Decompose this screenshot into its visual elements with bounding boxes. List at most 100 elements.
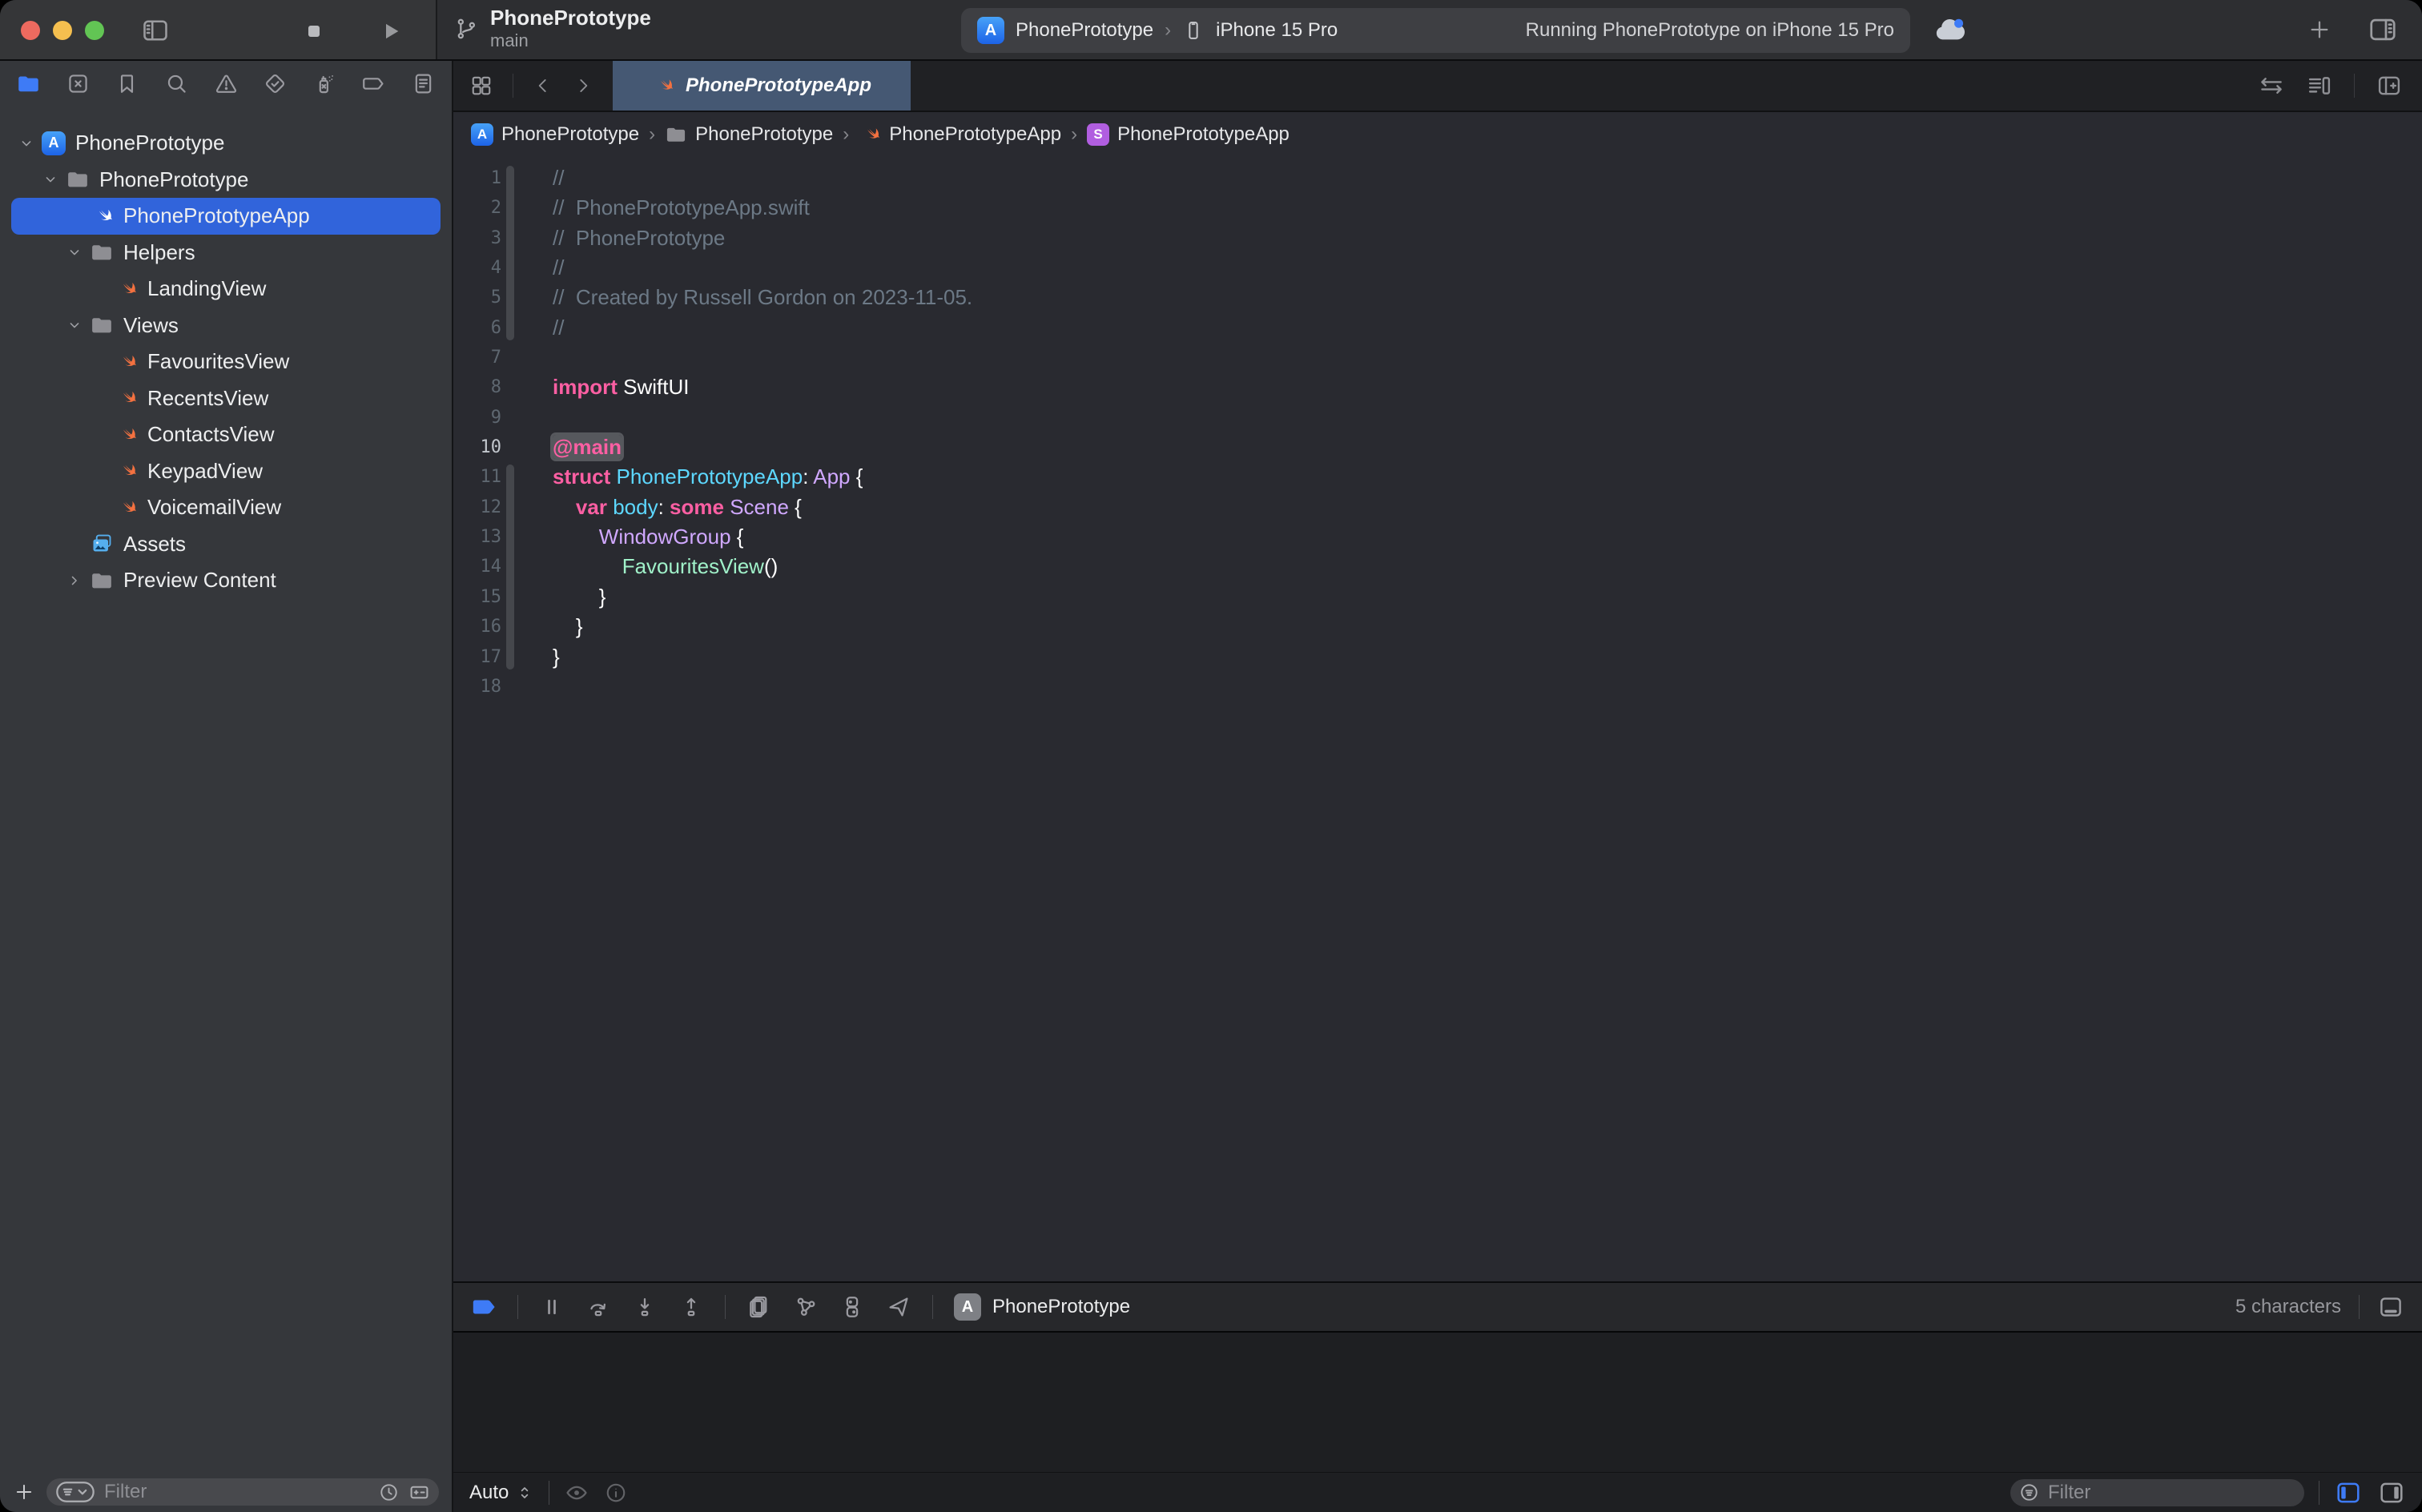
breakpoints-button[interactable]: [471, 1294, 497, 1320]
source-control-summary[interactable]: PhonePrototype main: [453, 6, 651, 50]
breadcrumb-item-3[interactable]: SPhonePrototypeApp: [1087, 123, 1289, 146]
navigator-tab-breakpoints[interactable]: [361, 71, 386, 96]
variable-info-button[interactable]: [604, 1481, 628, 1505]
sidebar-item-voicemailview[interactable]: VoicemailView: [11, 489, 441, 526]
zoom-window-button[interactable]: [85, 21, 104, 40]
tab-phoneprototypeapp[interactable]: PhonePrototypeApp: [613, 61, 911, 111]
sidebar-item-phoneprototype[interactable]: PhonePrototype: [11, 162, 441, 199]
code-line-13[interactable]: 13 WindowGroup {: [453, 522, 2422, 552]
swift-file-icon: [859, 123, 881, 146]
sidebar-item-keypadview[interactable]: KeypadView: [11, 453, 441, 490]
breadcrumb-item-0[interactable]: APhonePrototype: [471, 123, 639, 146]
code-line-11[interactable]: 11 struct PhonePrototypeApp: App {: [453, 462, 2422, 492]
sidebar-item-preview-content[interactable]: Preview Content: [11, 562, 441, 599]
sidebar-item-phoneprototype[interactable]: A PhonePrototype: [11, 125, 441, 162]
minimize-window-button[interactable]: [53, 21, 72, 40]
sidebar-item-views[interactable]: Views: [11, 308, 441, 344]
editor-layout-button[interactable]: [2368, 14, 2398, 45]
sidebar-item-landingview[interactable]: LandingView: [11, 271, 441, 308]
code-line-12[interactable]: 12 var body: some Scene {: [453, 493, 2422, 522]
navigator-tab-find[interactable]: [164, 71, 189, 96]
split-editor-button[interactable]: [2376, 72, 2403, 99]
recent-files-icon[interactable]: [378, 1482, 400, 1503]
simulate-location-button[interactable]: [886, 1294, 911, 1320]
close-window-button[interactable]: [21, 21, 40, 40]
code-line-18[interactable]: 18: [453, 672, 2422, 702]
related-items-button[interactable]: [469, 74, 493, 98]
code-line-7[interactable]: 7: [453, 343, 2422, 372]
console-filter-input[interactable]: [2048, 1482, 2296, 1504]
navigator-tab-tests[interactable]: [263, 71, 288, 96]
add-file-button[interactable]: [13, 1481, 35, 1503]
toggle-variables-view-button[interactable]: [2334, 1478, 2363, 1507]
code-line-4[interactable]: 4 //: [453, 253, 2422, 283]
code-line-16[interactable]: 16 }: [453, 612, 2422, 641]
quick-look-button[interactable]: [564, 1480, 589, 1506]
disclosure-chevron[interactable]: [62, 569, 86, 593]
scheme-destination-segment[interactable]: iPhone 15 Pro: [1216, 19, 1338, 42]
process-menu[interactable]: PhonePrototype: [992, 1296, 1130, 1318]
scheme-selector[interactable]: A PhonePrototype › iPhone 15 Pro Running…: [961, 8, 1910, 53]
code-line-1[interactable]: 1 //: [453, 163, 2422, 193]
toggle-navigator-button[interactable]: [141, 16, 170, 45]
run-button[interactable]: [378, 18, 404, 44]
code-line-17[interactable]: 17 }: [453, 642, 2422, 672]
sidebar-item-phoneprototypeapp[interactable]: PhonePrototypeApp: [11, 198, 441, 235]
scheme-project-segment[interactable]: PhonePrototype: [1016, 19, 1153, 42]
code-line-5[interactable]: 5 // Created by Russell Gordon on 2023-1…: [453, 283, 2422, 312]
memory-graph-button[interactable]: [793, 1294, 819, 1320]
code-line-14[interactable]: 14 FavouritesView(): [453, 552, 2422, 581]
navigator-tab-bookmarks[interactable]: [115, 71, 139, 96]
sidebar-item-contactsview[interactable]: ContactsView: [11, 416, 441, 453]
source-control-status-icon[interactable]: [408, 1481, 431, 1504]
adjust-editor-options-button[interactable]: [2306, 72, 2333, 99]
code-text: FavouritesView(): [519, 552, 778, 581]
fold-ribbon: [501, 403, 519, 432]
environment-overrides-button[interactable]: [839, 1294, 865, 1320]
view-hierarchy-button[interactable]: [746, 1294, 772, 1320]
breadcrumb-item-1[interactable]: PhonePrototype: [665, 123, 833, 146]
navigator-tab-project[interactable]: [16, 71, 41, 96]
navigator-filter-input[interactable]: [104, 1481, 370, 1503]
breadcrumb-item-2[interactable]: PhonePrototypeApp: [859, 123, 1061, 146]
code-line-9[interactable]: 9: [453, 403, 2422, 432]
step-in-button[interactable]: [632, 1294, 658, 1320]
navigator-filter-field[interactable]: [46, 1478, 439, 1506]
add-editor-button[interactable]: [2307, 17, 2332, 42]
navigator-tab-changes[interactable]: [66, 71, 91, 96]
source-editor[interactable]: 1 // 2 // PhonePrototypeApp.swift 3 // P…: [453, 157, 2422, 1281]
xcode-cloud-button[interactable]: [1932, 13, 1967, 48]
step-out-button[interactable]: [678, 1294, 704, 1320]
navigator-tab-reports[interactable]: [411, 71, 436, 96]
code-review-button[interactable]: [2258, 72, 2285, 99]
disclosure-chevron[interactable]: [14, 131, 38, 155]
branch-icon: [453, 16, 479, 42]
breadcrumb-separator: ›: [1071, 123, 1077, 146]
code-line-2[interactable]: 2 // PhonePrototypeApp.swift: [453, 193, 2422, 223]
code-line-10[interactable]: 10 @main: [453, 432, 2422, 462]
disclosure-chevron[interactable]: [62, 313, 86, 337]
toggle-console-view-button[interactable]: [2377, 1478, 2406, 1507]
code-line-3[interactable]: 3 // PhonePrototype: [453, 223, 2422, 253]
code-line-15[interactable]: 15 }: [453, 582, 2422, 612]
sidebar-item-favouritesview[interactable]: FavouritesView: [11, 344, 441, 380]
disclosure-chevron[interactable]: [62, 240, 86, 264]
scheme-device-label: iPhone 15 Pro: [1216, 19, 1338, 42]
code-line-8[interactable]: 8 import SwiftUI: [453, 372, 2422, 402]
pause-button[interactable]: [539, 1294, 565, 1320]
go-back-button[interactable]: [533, 75, 553, 96]
debug-console-area[interactable]: [453, 1331, 2422, 1472]
navigator-tab-debug[interactable]: [312, 71, 337, 96]
sidebar-item-assets[interactable]: Assets: [11, 526, 441, 563]
go-forward-button[interactable]: [573, 75, 593, 96]
step-over-button[interactable]: [585, 1294, 611, 1320]
sidebar-item-recentsview[interactable]: RecentsView: [11, 380, 441, 417]
variables-view-scope-selector[interactable]: Auto: [469, 1482, 534, 1504]
disclosure-chevron[interactable]: [38, 167, 62, 191]
stop-button[interactable]: [303, 20, 325, 42]
console-filter-field[interactable]: [2010, 1479, 2304, 1506]
toggle-debug-area-button[interactable]: [2377, 1293, 2404, 1321]
code-line-6[interactable]: 6 //: [453, 313, 2422, 343]
sidebar-item-helpers[interactable]: Helpers: [11, 235, 441, 271]
navigator-tab-issues[interactable]: [214, 71, 239, 96]
